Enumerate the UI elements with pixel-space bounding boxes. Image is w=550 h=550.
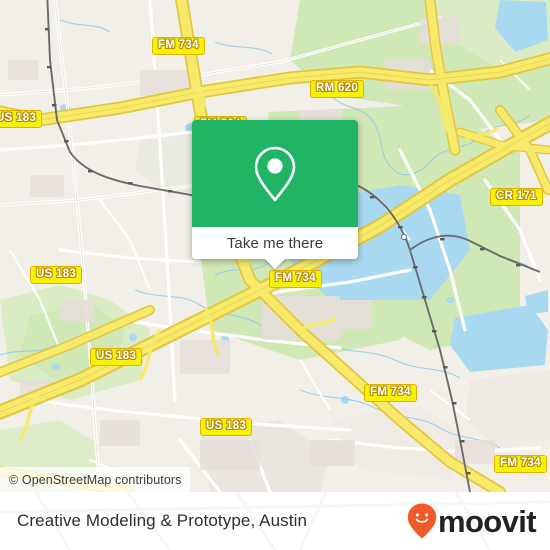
popup-image-panel — [192, 120, 358, 227]
road-shield: US 183 — [0, 110, 43, 128]
road-shield: FM 734 — [494, 455, 547, 473]
attribution-text: © OpenStreetMap contributors — [9, 472, 182, 487]
map-canvas[interactable]: FM 734 RM 620 US 183 FM 734 CR 171 US 18… — [0, 0, 550, 492]
moovit-logo[interactable]: moovit — [407, 503, 537, 539]
map-screenshot-root: FM 734 RM 620 US 183 FM 734 CR 171 US 18… — [0, 0, 550, 550]
popup-pointer-tail — [264, 258, 286, 269]
map-pin-icon — [254, 146, 296, 201]
moovit-wordmark: moovit — [437, 503, 537, 539]
location-popup-card[interactable]: Take me there — [192, 120, 358, 269]
take-me-there-label: Take me there — [226, 234, 324, 252]
road-shield: FM 734 — [364, 384, 417, 402]
road-shield: FM 734 — [152, 37, 205, 55]
place-title: Creative Modeling & Prototype, Austin — [17, 511, 308, 530]
road-shield: US 183 — [90, 348, 143, 366]
osm-attribution[interactable]: © OpenStreetMap contributors — [0, 467, 190, 492]
road-shield: US 183 — [200, 418, 253, 436]
road-shield: US 183 — [30, 266, 83, 284]
popup-action-bar[interactable]: Take me there — [192, 227, 358, 269]
moovit-smiley-pin-icon — [407, 503, 437, 539]
road-shield: FM 734 — [269, 270, 322, 288]
road-shield: CR 171 — [490, 188, 543, 206]
bottom-info-bar: Creative Modeling & Prototype, Austin mo… — [0, 492, 550, 550]
road-shield: RM 620 — [310, 80, 365, 98]
